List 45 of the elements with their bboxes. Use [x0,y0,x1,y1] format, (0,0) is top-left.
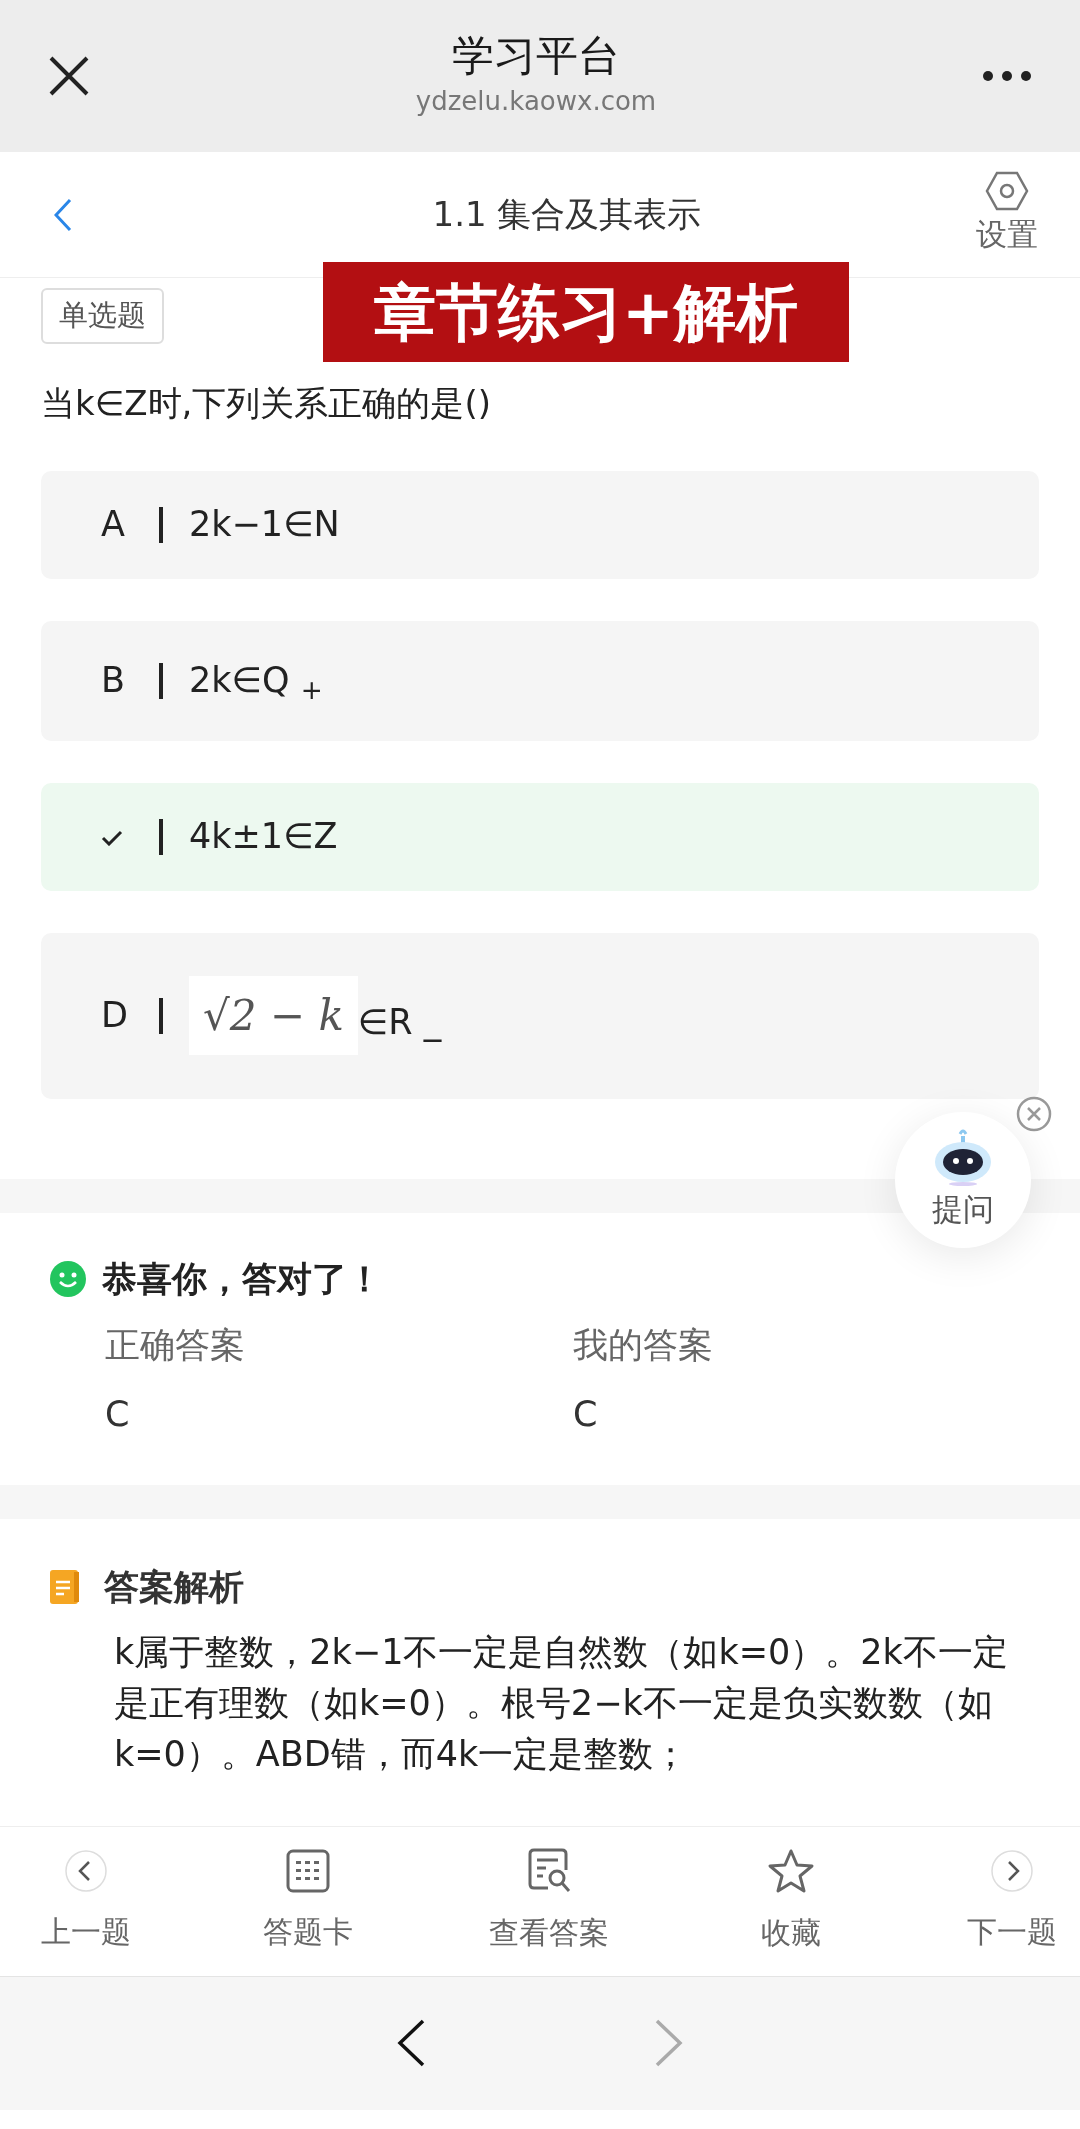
question-type-tag: 单选题 [41,288,164,344]
grid-icon [285,1848,330,1893]
next-icon [990,1848,1034,1893]
question-text: 当k∈Z时,下列关系正确的是() [41,381,492,425]
answer-label: 我的答案 [573,1324,713,1367]
chapter-title: 1.1 集合及其表示 [432,193,702,236]
analysis-text: k属于整数，2k−1不一定是自然数（如k=0）。2k不一定是正有理数（如k=0）。根号2−k不一定是负实数数（如k=0）。ABD错，而4k一定是整数； [113,1631,1009,1776]
banner-label: 章节练习+解析 [323,262,849,362]
toolbar-button[interactable]: 上一题 [41,1908,131,1954]
settings-label[interactable]: 设置 [976,211,1038,258]
ask-button[interactable]: 提问 [895,1112,1031,1248]
option-text: 2k−1∈N [189,503,340,547]
page-title: 学习平台 [451,31,621,82]
more-icon[interactable] [982,70,1032,82]
close-icon[interactable] [48,55,90,97]
smile-icon [50,1260,86,1297]
formula-image: √2 − k [189,976,358,1055]
toolbar-button[interactable]: 查看答案 [489,1909,609,1955]
toolbar-button[interactable]: 收藏 [760,1909,821,1955]
answer-option[interactable]: B 2k∈Q $_{+}$ [41,620,1039,741]
option-text: ∈R _ [357,1001,442,1044]
answer-value: C [105,1392,131,1436]
option-letter: A [101,504,125,545]
analysis-title: 答案解析 [104,1565,244,1609]
back-icon[interactable] [397,2019,425,2067]
answer-option[interactable]: D √2 − k ∈R _ [41,932,1039,1099]
toolbar-button[interactable]: 答题卡 [262,1908,353,1954]
book-icon [50,1569,80,1604]
answer-value: C [573,1392,599,1436]
previous-icon [64,1848,108,1893]
option-text: 2k∈Q $_{+}$ [189,659,323,707]
option-letter: D [101,995,128,1036]
result-message: 恭喜你，答对了！ [102,1257,382,1301]
toolbar-button[interactable]: 下一题 [967,1908,1057,1954]
option-letter: B [101,660,125,701]
url-text: ydzelu.kaowx.com [415,84,657,118]
option-text: 4k±1∈Z [189,815,338,859]
robot-icon [933,1127,993,1186]
answer-option[interactable]: 4k±1∈Z [41,782,1039,891]
document-search-icon [526,1847,572,1894]
star-icon [766,1847,815,1894]
answer-option[interactable]: A 2k−1∈N [41,470,1039,579]
answer-label: 正确答案 [105,1324,246,1367]
check-icon [101,830,123,847]
settings-icon[interactable] [985,171,1029,212]
